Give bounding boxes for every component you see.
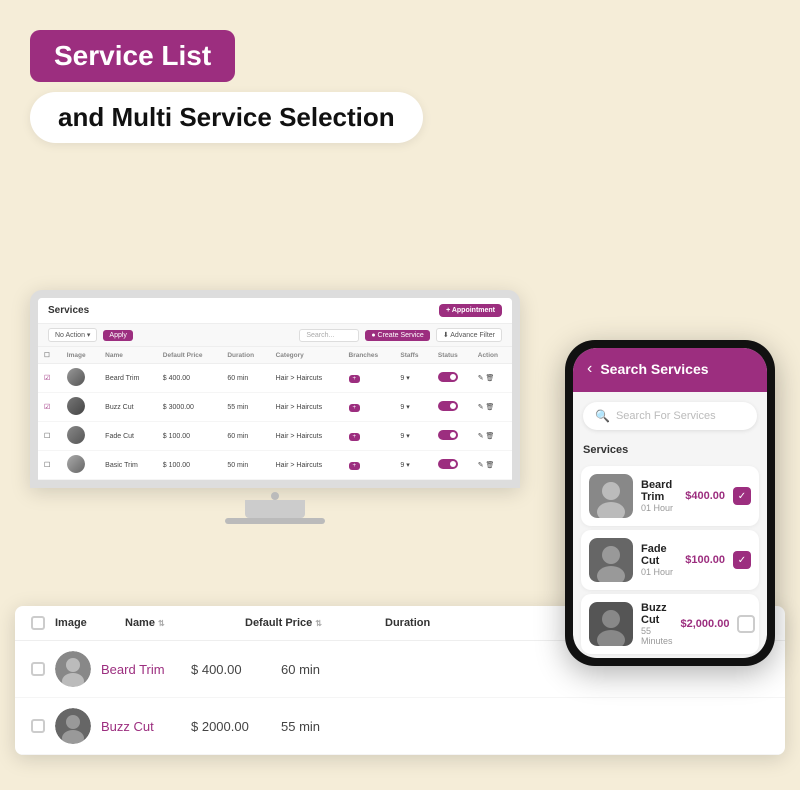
service-card-info-3: Buzz Cut 55 Minutes [641, 602, 673, 646]
phone-screen: ‹ Search Services 🔍 Search For Services … [573, 348, 767, 658]
monitor-base [225, 518, 325, 524]
service-price-3: $2,000.00 [681, 618, 730, 630]
service-avatar-2 [589, 538, 633, 582]
service-name-2: Fade Cut [641, 543, 677, 567]
table-row: ☐ Fade Cut $ 100.00 60 min Hair > Haircu… [38, 422, 512, 451]
service-duration-3: 55 Minutes [641, 626, 673, 646]
dt-checkbox-all[interactable] [31, 616, 45, 630]
col-price: Default Price [157, 347, 222, 364]
col-image: Image [61, 347, 99, 364]
service-card-3[interactable]: Buzz Cut 55 Minutes $2,000.00 [581, 594, 759, 654]
dt-price-2: $ 2000.00 [191, 719, 271, 734]
service-list-badge: Service List [30, 30, 235, 82]
service-checkbox-2[interactable]: ✓ [733, 551, 751, 569]
service-checkbox-3[interactable] [737, 615, 755, 633]
col-checkbox: ☐ [38, 347, 61, 364]
service-avatar-1 [589, 474, 633, 518]
col-header-name: Name ⇅ [125, 617, 235, 629]
col-header-price: Default Price ⇅ [245, 617, 375, 629]
dt-name-1: Beard Trim [101, 662, 181, 677]
no-action-button[interactable]: No Action ▾ [48, 328, 97, 342]
table-row: ☑ Beard Trim $ 400.00 60 min Hair > Hair… [38, 364, 512, 393]
table-row: ☑ Buzz Cut $ 3000.00 55 min Hair > Hairc… [38, 393, 512, 422]
col-staffs: Staffs [394, 347, 431, 364]
search-placeholder: Search For Services [616, 410, 716, 422]
create-service-button[interactable]: ● Create Service [365, 330, 429, 341]
service-name-1: Beard Trim [641, 479, 677, 503]
phone-wrapper: ‹ Search Services 🔍 Search For Services … [565, 340, 775, 666]
service-name-3: Buzz Cut [641, 602, 673, 626]
col-action: Action [472, 347, 512, 364]
search-icon: 🔍 [595, 409, 610, 423]
service-price-1: $400.00 [685, 490, 725, 502]
header-area: Service List and Multi Service Selection [30, 30, 770, 143]
service-duration-1: 01 Hour [641, 503, 677, 513]
phone-header: ‹ Search Services [573, 348, 767, 392]
dt-row-2: Buzz Cut $ 2000.00 55 min [15, 698, 785, 755]
dt-avatar-1 [55, 651, 91, 687]
app-title: Services [48, 305, 89, 316]
col-branches: Branches [343, 347, 395, 364]
col-header-image: Image [55, 617, 115, 629]
apply-button[interactable]: Apply [103, 330, 133, 341]
services-table-mini: ☐ Image Name Default Price Duration Cate… [38, 347, 512, 480]
col-duration: Duration [221, 347, 269, 364]
service-duration-2: 01 Hour [641, 567, 677, 577]
dt-avatar-2 [55, 708, 91, 744]
monitor-screen: Services + Appointment No Action ▾ Apply… [30, 290, 520, 488]
app-header: Services + Appointment [38, 298, 512, 324]
back-arrow-icon[interactable]: ‹ [587, 360, 592, 378]
table-row: ☐ Basic Trim $ 100.00 50 min Hair > Hair… [38, 451, 512, 480]
search-mini[interactable]: Search... [299, 329, 359, 342]
monitor-wrapper: Services + Appointment No Action ▾ Apply… [30, 290, 520, 524]
app-toolbar: No Action ▾ Apply Search... ● Create Ser… [38, 324, 512, 347]
col-header-duration: Duration [385, 617, 430, 629]
phone-title: Search Services [600, 361, 708, 377]
dt-checkbox-row1[interactable] [31, 662, 45, 676]
services-section-label: Services [573, 440, 767, 462]
col-name: Name [99, 347, 157, 364]
subtitle-pill: and Multi Service Selection [30, 92, 423, 143]
phone-frame: ‹ Search Services 🔍 Search For Services … [565, 340, 775, 666]
advance-filter-button[interactable]: ⬇ Advance Filter [436, 328, 502, 342]
dt-checkbox-row2[interactable] [31, 719, 45, 733]
dt-duration-1: 60 min [281, 662, 320, 677]
service-card-info-1: Beard Trim 01 Hour [641, 479, 677, 513]
service-card-1[interactable]: Beard Trim 01 Hour $400.00 ✓ [581, 466, 759, 526]
dt-price-1: $ 400.00 [191, 662, 271, 677]
dt-name-2: Buzz Cut [101, 719, 181, 734]
phone-search-bar[interactable]: 🔍 Search For Services [583, 402, 757, 430]
col-category: Category [270, 347, 343, 364]
appointment-button[interactable]: + Appointment [439, 304, 502, 317]
monitor-stand [245, 500, 305, 518]
service-card-2[interactable]: Fade Cut 01 Hour $100.00 ✓ [581, 530, 759, 590]
dt-duration-2: 55 min [281, 719, 320, 734]
service-price-2: $100.00 [685, 554, 725, 566]
service-avatar-3 [589, 602, 633, 646]
monitor-notch [271, 492, 279, 500]
service-card-info-2: Fade Cut 01 Hour [641, 543, 677, 577]
col-status: Status [432, 347, 472, 364]
service-checkbox-1[interactable]: ✓ [733, 487, 751, 505]
